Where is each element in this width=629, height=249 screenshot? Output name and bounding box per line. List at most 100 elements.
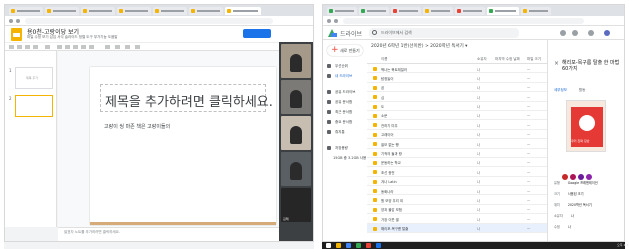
table-row[interactable]: 도 나 — [367, 102, 547, 111]
table-row[interactable]: 기적의 돌과 왕 나 — [367, 149, 547, 158]
redo-icon[interactable] [25, 45, 30, 49]
theme-icon[interactable] [125, 45, 130, 49]
apps-grid-icon[interactable] [588, 30, 594, 36]
sidebar-item-shared-drives[interactable]: 공유 드라이브 [327, 90, 355, 95]
table-row[interactable]: 가장 이웃 별 나 — [367, 214, 547, 224]
table-row[interactable]: 양과 물감 모험 나 — [367, 205, 547, 215]
tab-details[interactable]: 세부정보 [554, 88, 567, 92]
table-row[interactable]: 겨나 Latin 나 — [367, 177, 547, 187]
avatar[interactable] [604, 30, 610, 36]
back-icon[interactable] [9, 19, 13, 23]
back-icon[interactable] [327, 19, 331, 23]
background-icon[interactable] [105, 45, 110, 49]
share-button[interactable] [243, 29, 271, 38]
new-button[interactable]: + 새로 만들기 [327, 45, 363, 56]
storage-usage: 15GB 중 3.2GB 사용 [333, 156, 367, 160]
table-row[interactable]: 소문 나 — [367, 111, 547, 121]
sidebar-item-my-drive[interactable]: 내 드라이브 [327, 74, 352, 79]
slide-thumbnail[interactable]: 1 제목 추가 [9, 67, 53, 89]
browser-tab[interactable] [81, 7, 115, 15]
sidebar-item-storage[interactable]: 저장용량 [327, 146, 348, 151]
table-row[interactable]: 고래이어 나 — [367, 130, 547, 140]
url-field[interactable] [25, 18, 273, 24]
slide-thumbnail-selected[interactable]: 2 [9, 95, 53, 117]
app-icon[interactable] [376, 243, 381, 248]
start-icon[interactable] [326, 243, 331, 248]
line-icon[interactable] [89, 45, 94, 49]
zoom-icon[interactable] [45, 45, 50, 49]
address-bar[interactable] [323, 16, 624, 26]
browser-tab-active[interactable] [487, 7, 519, 15]
slides-logo-icon[interactable] [11, 28, 22, 41]
explorer-icon[interactable] [336, 243, 341, 248]
sidebar-item-recent[interactable]: 최근 문서함 [327, 110, 352, 115]
select-icon[interactable] [57, 45, 62, 49]
layout-icon[interactable] [115, 45, 120, 49]
participant-video[interactable] [281, 152, 311, 186]
browser-tab[interactable] [117, 7, 151, 15]
app-icon[interactable] [366, 243, 371, 248]
url-field[interactable] [343, 18, 584, 24]
reload-icon[interactable] [16, 19, 20, 23]
sidebar-item-starred[interactable]: 중요 문서함 [327, 120, 352, 125]
tab-activity[interactable]: 활동 [579, 88, 585, 93]
browser-tab[interactable] [9, 7, 43, 15]
new-slide-icon[interactable] [9, 45, 14, 49]
browser-tab-active[interactable] [225, 7, 261, 15]
close-icon[interactable]: × [554, 60, 559, 67]
browser-tab[interactable] [423, 7, 453, 15]
table-row[interactable]: 책나는 북트레일러 나 — [367, 64, 547, 74]
table-row[interactable]: 해리포-목구름 탈출 나 — [367, 223, 547, 234]
reload-icon[interactable] [334, 19, 338, 23]
browser-tab[interactable] [189, 7, 223, 15]
textbox-icon[interactable] [65, 45, 70, 49]
table-row[interactable]: 쓸모 없는 빵 나 — [367, 139, 547, 149]
browser-tab[interactable] [359, 7, 389, 15]
browser-tab[interactable] [327, 7, 357, 15]
help-icon[interactable] [560, 30, 566, 36]
app-icon[interactable] [356, 243, 361, 248]
drive-sidebar: + 새로 만들기 우선순위 내 드라이브 공유 드라이브 공유 문서함 최근 문… [323, 40, 367, 241]
browser-tab[interactable] [521, 7, 551, 15]
slide[interactable]: 제목을 추가하려면 클릭하세요. 고랑이 씽 마존 책은 고랑이들의 [90, 67, 276, 225]
drive-logo-icon[interactable] [328, 29, 337, 37]
speaker-notes[interactable]: 발표자 노트를 추가하려면 클릭하세요. [58, 227, 281, 241]
table-row[interactable]: 탐정놀이 나 — [367, 73, 547, 83]
browser-tab[interactable] [455, 7, 485, 15]
table-row[interactable]: 심 나 — [367, 92, 547, 102]
participant-video[interactable] [281, 80, 311, 114]
breadcrumb[interactable]: 2020년 6학년 1반(선이반) > 2020학년 독서기 ▾ [371, 43, 467, 49]
table-row[interactable]: 원 모양 우리 외 나 — [367, 195, 547, 205]
print-icon[interactable] [33, 45, 38, 49]
sidebar-item-priority[interactable]: 우선순위 [327, 64, 348, 69]
table-row[interactable]: 운동하는 학교 나 — [367, 158, 547, 168]
table-row[interactable]: 곰 나 — [367, 83, 547, 93]
address-bar[interactable] [5, 16, 313, 26]
shape-icon[interactable] [81, 45, 86, 49]
table-row[interactable]: 조선 종전 나 — [367, 167, 547, 177]
chrome-icon[interactable] [346, 243, 351, 248]
browser-tab[interactable] [391, 7, 421, 15]
browser-tab[interactable] [153, 7, 187, 15]
participant-video[interactable] [281, 116, 311, 150]
sidebar-item-trash[interactable]: 휴지통 [327, 130, 345, 135]
column-header-modified[interactable]: 마지막 수정 날짜 [495, 57, 520, 62]
column-header-name[interactable]: 이름 [381, 57, 387, 62]
table-row[interactable]: 전하기 미우 나 — [367, 120, 547, 130]
participant-video[interactable] [281, 44, 311, 78]
settings-icon[interactable] [572, 30, 578, 36]
menu-bar[interactable]: 파일 수정 보기 삽입 서식 슬라이드 정렬 도구 부가기능 도움말 [27, 35, 118, 40]
column-header-owner[interactable]: 소유자 [477, 57, 487, 62]
column-header-size[interactable]: 파일 크기 [527, 57, 541, 62]
table-row[interactable]: 동화나라 나 — [367, 186, 547, 196]
drive-search-input[interactable]: 드라이브에서 검색 [369, 28, 519, 38]
participant-video[interactable]: 김태 [281, 188, 311, 222]
transition-icon[interactable] [135, 45, 140, 49]
book-caption: 쿠키 진짜 장난 [571, 139, 590, 143]
undo-icon[interactable] [17, 45, 22, 49]
sidebar-item-shared-with-me[interactable]: 공유 문서함 [327, 100, 352, 105]
image-icon[interactable] [73, 45, 78, 49]
browser-tab[interactable] [45, 7, 79, 15]
slide-body-text[interactable]: 고랑이 씽 마존 책은 고랑이들의 [104, 123, 170, 130]
slide-title-placeholder[interactable]: 제목을 추가하려면 클릭하세요. [100, 84, 273, 112]
